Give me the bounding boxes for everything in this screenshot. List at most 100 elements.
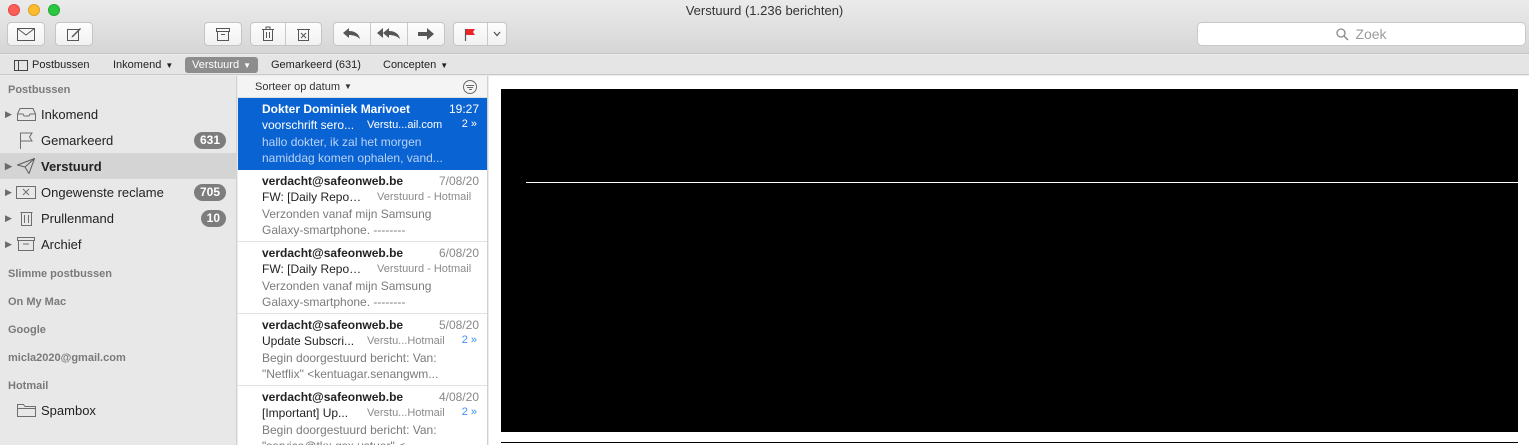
sidebar-item-sent[interactable]: ▶ Verstuurd bbox=[0, 153, 237, 179]
search-icon bbox=[1336, 27, 1349, 41]
compose-button[interactable] bbox=[55, 22, 93, 46]
message-row[interactable]: verdacht@safeonweb.be 7/08/20 FW: [Daily… bbox=[238, 170, 487, 242]
message-row[interactable]: verdacht@safeonweb.be 5/08/20 Update Sub… bbox=[238, 314, 487, 386]
favorite-mailboxes[interactable]: Postbussen bbox=[7, 57, 96, 73]
reply-icon bbox=[343, 28, 360, 39]
chevron-down-icon bbox=[493, 31, 501, 37]
message-mailbox: Verstuurd - Hotmail bbox=[377, 263, 472, 275]
disclosure-triangle-icon[interactable]: ▶ bbox=[5, 161, 12, 172]
sidebar-item-label: Ongewenste reclame bbox=[41, 184, 164, 200]
reply-group bbox=[333, 22, 445, 46]
junk-button[interactable] bbox=[286, 23, 321, 45]
message-sender: Dokter Dominiek Marivoet bbox=[262, 102, 411, 116]
compose-new-icon bbox=[67, 28, 81, 41]
thread-count[interactable]: 2 » bbox=[462, 334, 477, 346]
archive-icon bbox=[216, 27, 230, 41]
filter-icon[interactable] bbox=[463, 80, 477, 94]
thread-count[interactable]: 2 » bbox=[462, 118, 477, 130]
chevron-down-icon: ▼ bbox=[165, 60, 174, 70]
message-date: 4/08/20 bbox=[438, 390, 479, 404]
delete-junk-group bbox=[250, 22, 322, 46]
message-preview: Begin doorgestuurd bericht: Van: "servic… bbox=[262, 423, 437, 445]
section-header-on-my-mac[interactable]: On My Mac bbox=[8, 296, 66, 308]
chevron-down-icon[interactable]: ▼ bbox=[344, 82, 352, 91]
favorite-flagged[interactable]: Gemarkeerd (631) bbox=[264, 57, 368, 73]
disclosure-triangle-icon[interactable]: ▶ bbox=[5, 213, 12, 224]
message-subject: Update Subscri... bbox=[262, 334, 355, 348]
paper-plane-icon bbox=[16, 158, 36, 174]
sort-bar: Sorteer op datum ▼ bbox=[238, 76, 487, 98]
section-header-google[interactable]: Google bbox=[8, 324, 46, 336]
favorite-label: Inkomend bbox=[113, 59, 162, 71]
favorite-drafts[interactable]: Concepten ▼ bbox=[376, 57, 455, 73]
favorite-sent[interactable]: Verstuurd ▼ bbox=[185, 57, 259, 73]
message-mailbox: Verstu...ail.com bbox=[367, 119, 443, 131]
sidebar-item-flagged[interactable]: Gemarkeerd 631 bbox=[0, 127, 237, 153]
message-date: 6/08/20 bbox=[438, 246, 479, 260]
favorite-label: Verstuurd bbox=[192, 59, 240, 71]
search-field[interactable]: Zoek bbox=[1197, 22, 1526, 46]
message-sender: verdacht@safeonweb.be bbox=[262, 390, 404, 404]
sidebar-item-junk[interactable]: ▶ Ongewenste reclame 705 bbox=[0, 179, 237, 205]
message-viewer bbox=[489, 76, 1529, 445]
junk-icon bbox=[297, 29, 310, 41]
favorite-label: Concepten bbox=[383, 59, 437, 71]
sidebar-item-label: Spambox bbox=[41, 402, 96, 418]
message-row[interactable]: verdacht@safeonweb.be 6/08/20 FW: [Daily… bbox=[238, 242, 487, 314]
section-header-gmail-account[interactable]: micla2020@gmail.com bbox=[8, 352, 126, 364]
message-row[interactable]: Dokter Dominiek Marivoet 19:27 voorschri… bbox=[238, 98, 487, 170]
message-subject: FW: [Daily Report... bbox=[262, 190, 362, 204]
content-divider bbox=[501, 442, 1518, 443]
junk-tray-icon bbox=[16, 184, 36, 200]
favorites-bar: Postbussen Inkomend ▼ Verstuurd ▼ Gemark… bbox=[0, 55, 1529, 75]
reply-button[interactable] bbox=[334, 23, 371, 45]
message-sender: verdacht@safeonweb.be bbox=[262, 318, 404, 332]
sidebar-item-trash[interactable]: ▶ Prullenmand 10 bbox=[0, 205, 237, 231]
thread-count[interactable]: 2 » bbox=[462, 406, 477, 418]
message-mailbox: Verstuurd - Hotmail bbox=[377, 191, 472, 203]
flag-menu-button[interactable] bbox=[488, 23, 506, 45]
sidebar-item-label: Verstuurd bbox=[41, 158, 102, 174]
unread-count-badge: 10 bbox=[200, 209, 226, 227]
message-subject: FW: [Daily Report... bbox=[262, 262, 362, 276]
sidebar-item-inbox[interactable]: ▶ Inkomend bbox=[0, 101, 237, 127]
section-header-hotmail[interactable]: Hotmail bbox=[8, 380, 48, 392]
message-list: Sorteer op datum ▼ Dokter Dominiek Mariv… bbox=[238, 76, 488, 445]
flag-button[interactable] bbox=[454, 23, 488, 45]
message-preview: Begin doorgestuurd bericht: Van: "Netfli… bbox=[262, 351, 439, 381]
disclosure-triangle-icon[interactable]: ▶ bbox=[5, 187, 12, 198]
message-date: 5/08/20 bbox=[438, 318, 479, 332]
sidebar-item-label: Prullenmand bbox=[41, 210, 114, 226]
message-content-image bbox=[501, 89, 1518, 432]
archive-button[interactable] bbox=[204, 22, 242, 46]
sort-menu[interactable]: Sorteer op datum bbox=[255, 81, 340, 93]
search-placeholder: Zoek bbox=[1355, 26, 1387, 42]
reply-all-button[interactable] bbox=[371, 23, 408, 45]
chevron-down-icon: ▼ bbox=[243, 60, 252, 70]
sidebar-toggle-icon bbox=[14, 59, 28, 71]
sidebar-item-label: Archief bbox=[41, 236, 82, 252]
disclosure-triangle-icon[interactable]: ▶ bbox=[5, 239, 12, 250]
folder-icon bbox=[16, 402, 36, 418]
sidebar-item-archive[interactable]: ▶ Archief bbox=[0, 231, 237, 257]
section-header-mailboxes[interactable]: Postbussen bbox=[8, 84, 70, 96]
forward-button[interactable] bbox=[408, 23, 444, 45]
delete-button[interactable] bbox=[251, 23, 287, 45]
favorite-inbox[interactable]: Inkomend ▼ bbox=[106, 57, 180, 73]
sidebar-item-label: Inkomend bbox=[41, 106, 99, 122]
message-date: 7/08/20 bbox=[438, 174, 479, 188]
message-preview: hallo dokter, ik zal het morgen namiddag… bbox=[262, 135, 443, 165]
get-mail-button[interactable] bbox=[7, 22, 45, 46]
mailbox-sidebar: Postbussen ▶ Inkomend Gemarkeerd 631 ▶ V… bbox=[0, 76, 237, 445]
message-row[interactable]: verdacht@safeonweb.be 4/08/20 [Important… bbox=[238, 386, 487, 445]
trash-icon bbox=[262, 26, 274, 41]
sidebar-item-spambox[interactable]: Spambox bbox=[0, 397, 237, 423]
reply-all-icon bbox=[377, 28, 400, 39]
chevron-down-icon: ▼ bbox=[440, 60, 449, 70]
archive-box-icon bbox=[16, 236, 36, 252]
message-subject: voorschrift sero... bbox=[262, 118, 355, 132]
flag-icon bbox=[465, 28, 476, 41]
disclosure-triangle-icon[interactable]: ▶ bbox=[5, 109, 12, 120]
section-header-smart-mailboxes[interactable]: Slimme postbussen bbox=[8, 268, 112, 280]
unread-count-badge: 705 bbox=[193, 183, 226, 201]
